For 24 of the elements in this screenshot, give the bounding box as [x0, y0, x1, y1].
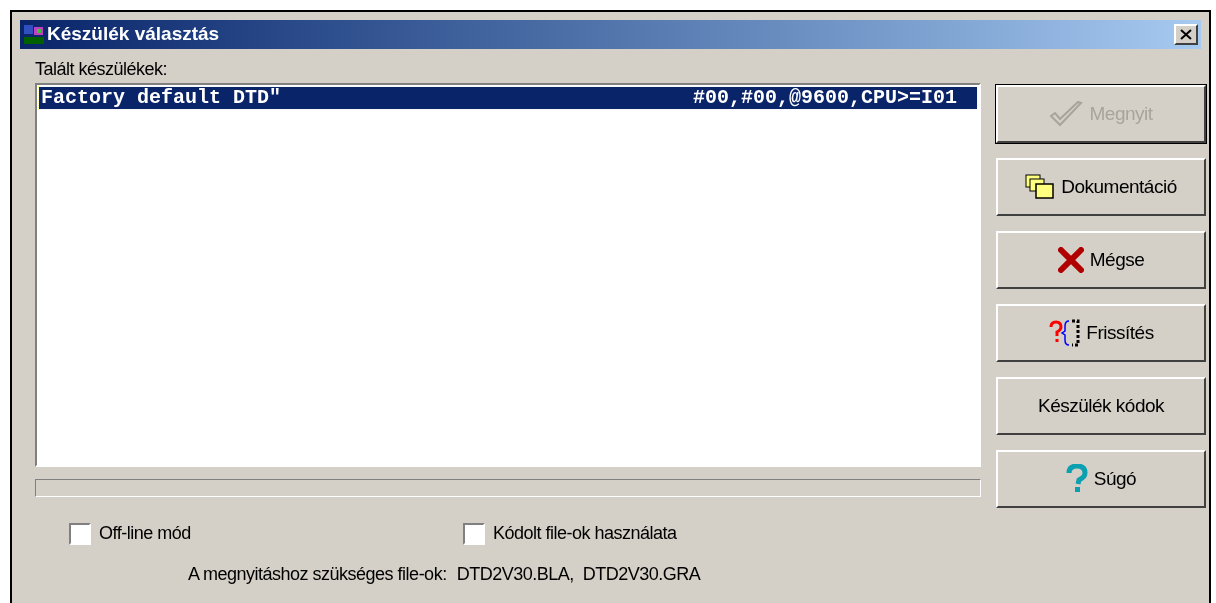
window-title: Készülék választás [47, 22, 221, 47]
help-button[interactable]: Súgó [996, 450, 1206, 508]
question-bracket-icon [1048, 319, 1081, 347]
required-files: DTD2V30.BLA, DTD2V30.GRA [456, 563, 701, 586]
checkmark-icon [1049, 100, 1084, 128]
close-icon [1180, 29, 1192, 40]
required-files-label: A megnyitáshoz szükséges file-ok: [188, 563, 447, 586]
refresh-button[interactable]: Frissítés [996, 304, 1206, 362]
checkbox-label: Off-line mód [99, 522, 191, 545]
help-icon [1065, 464, 1088, 494]
checkbox-label: Kódolt file-ok használata [493, 522, 677, 545]
checkbox[interactable] [69, 522, 91, 545]
cross-button[interactable]: Mégse [996, 231, 1206, 289]
list-label: Talált készülékek: [35, 58, 169, 81]
folders-button[interactable]: Dokumentáció [996, 158, 1206, 216]
device-row[interactable]: Factory default DTD" #00,#00,@9600,CPU>=I01 [39, 87, 977, 109]
folders-icon [1025, 174, 1056, 200]
app-icon [23, 23, 45, 46]
close-button[interactable] [1174, 24, 1198, 45]
device-params: #00,#00,@9600,CPU>=I01 [692, 85, 958, 111]
codes-button[interactable]: Készülék kódok [996, 377, 1206, 435]
cross-icon [1057, 247, 1084, 273]
device-name: Factory default DTD" [41, 85, 282, 111]
checkbox[interactable] [463, 522, 485, 545]
